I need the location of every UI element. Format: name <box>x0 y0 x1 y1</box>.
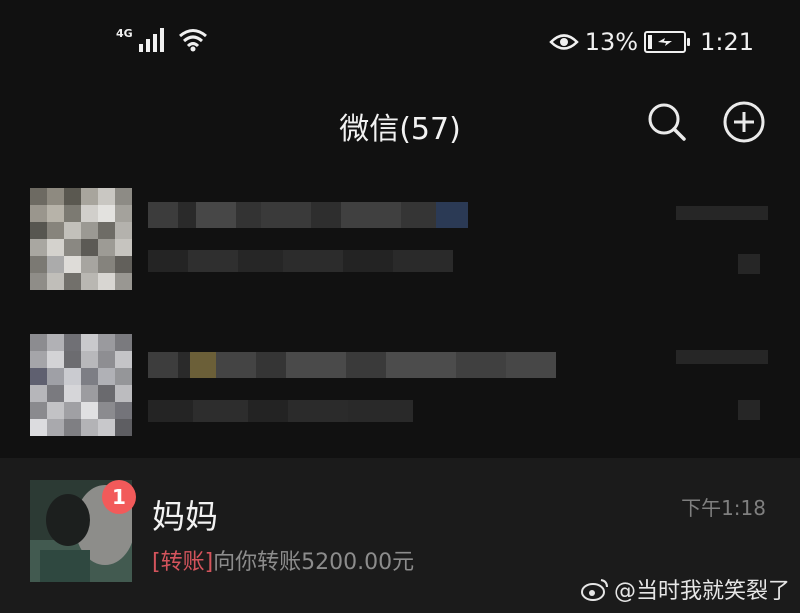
chat-preview-blurred <box>148 250 453 272</box>
chat-time-blurred <box>676 350 768 364</box>
eye-comfort-icon <box>548 34 579 50</box>
chat-list-item[interactable] <box>0 320 800 470</box>
network-type: 4G <box>116 27 133 40</box>
signal-icon <box>138 26 164 52</box>
chat-name-blurred <box>148 202 468 228</box>
wifi-icon <box>178 29 207 52</box>
app-header: 微信(57) <box>0 88 800 170</box>
status-bar: 4G 13% 1:21 <box>0 0 800 88</box>
chat-list-item[interactable] <box>0 170 800 320</box>
status-left: 4G <box>116 26 208 52</box>
battery-percent: 13% <box>584 28 639 56</box>
chat-name: 妈妈 <box>152 497 218 536</box>
transfer-tag: [转账] <box>152 550 214 575</box>
chat-time-blurred <box>676 206 768 220</box>
battery-charging-icon <box>644 31 691 53</box>
unread-badge: 1 <box>102 480 136 514</box>
status-right: 13% 1:21 <box>548 28 754 56</box>
avatar <box>30 188 132 290</box>
chat-preview: [转账]向你转账5200.00元 <box>152 544 414 576</box>
mute-icon-blurred <box>738 254 760 274</box>
battery-fill <box>648 35 653 49</box>
chat-preview-text: 向你转账5200.00元 <box>213 550 415 575</box>
chat-name-blurred <box>148 352 556 378</box>
avatar <box>30 334 132 436</box>
watermark: @当时我就笑裂了 <box>580 573 790 605</box>
chat-preview-blurred <box>148 400 413 422</box>
mute-icon-blurred <box>738 400 760 420</box>
watermark-text: @当时我就笑裂了 <box>613 579 790 604</box>
weibo-icon <box>580 579 608 601</box>
chat-time: 下午1:18 <box>681 496 766 520</box>
plus-circle-icon[interactable] <box>722 100 766 144</box>
search-icon[interactable] <box>645 100 689 144</box>
status-time: 1:21 <box>700 28 754 56</box>
